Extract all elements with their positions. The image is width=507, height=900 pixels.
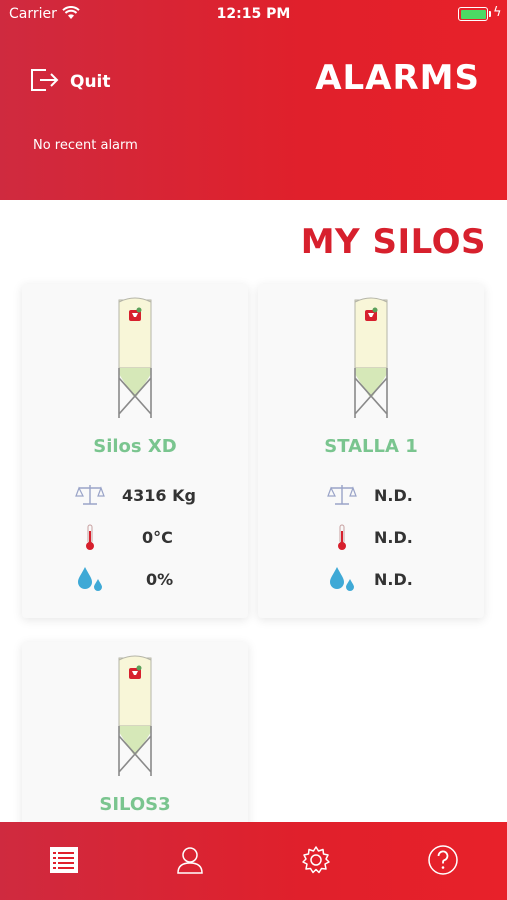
water-drops-icon — [74, 564, 106, 594]
temperature-value: N.D. — [374, 528, 413, 547]
tab-settings[interactable] — [300, 846, 332, 878]
silo-name: STALLA 1 — [324, 436, 418, 457]
humidity-row: N.D. — [258, 564, 484, 594]
silo-name: SILOS3 — [99, 794, 171, 815]
humidity-value: 0% — [146, 570, 174, 589]
user-icon — [176, 845, 204, 879]
alarms-header: Carrier 12:15 PM ϟ Quit ALARMS No recent… — [0, 0, 507, 200]
silo-icon — [351, 296, 391, 426]
scale-icon — [326, 480, 358, 510]
temperature-row: 0°C — [22, 522, 248, 552]
gear-icon — [301, 845, 331, 879]
logout-icon — [28, 66, 60, 98]
silo-icon — [115, 654, 155, 784]
thermometer-icon — [74, 522, 106, 552]
silo-icon — [115, 296, 155, 426]
weight-value: N.D. — [374, 486, 413, 505]
tab-profile[interactable] — [174, 846, 206, 878]
thermometer-icon — [326, 522, 358, 552]
charging-icon: ϟ — [493, 5, 502, 20]
tab-bar — [0, 822, 507, 900]
alarm-status-text: No recent alarm — [33, 138, 138, 153]
temperature-row: N.D. — [258, 522, 484, 552]
humidity-value: N.D. — [374, 570, 413, 589]
battery-icon — [458, 7, 488, 21]
silo-card-silos-xd[interactable]: Silos XD 4316 Kg 0°C 0% — [22, 284, 248, 618]
status-time: 12:15 PM — [216, 6, 291, 22]
quit-button[interactable]: Quit — [28, 66, 111, 98]
weight-row: N.D. — [258, 480, 484, 510]
page-title: ALARMS — [315, 58, 480, 98]
weight-value: 4316 Kg — [122, 486, 196, 505]
tab-list[interactable] — [48, 846, 80, 878]
my-silos-title: MY SILOS — [300, 222, 486, 262]
list-icon — [49, 846, 79, 878]
silo-card-silos3[interactable]: SILOS3 — [22, 642, 248, 832]
humidity-row: 0% — [22, 564, 248, 594]
help-icon — [427, 844, 459, 880]
quit-label: Quit — [70, 72, 111, 92]
scale-icon — [74, 480, 106, 510]
silo-card-stalla-1[interactable]: STALLA 1 N.D. N.D. N.D. — [258, 284, 484, 618]
battery-tip — [489, 11, 491, 17]
status-bar: Carrier 12:15 PM ϟ — [0, 0, 507, 28]
silo-name: Silos XD — [93, 436, 177, 457]
tab-help[interactable] — [427, 844, 459, 880]
water-drops-icon — [326, 564, 358, 594]
weight-row: 4316 Kg — [22, 480, 248, 510]
temperature-value: 0°C — [142, 528, 173, 547]
